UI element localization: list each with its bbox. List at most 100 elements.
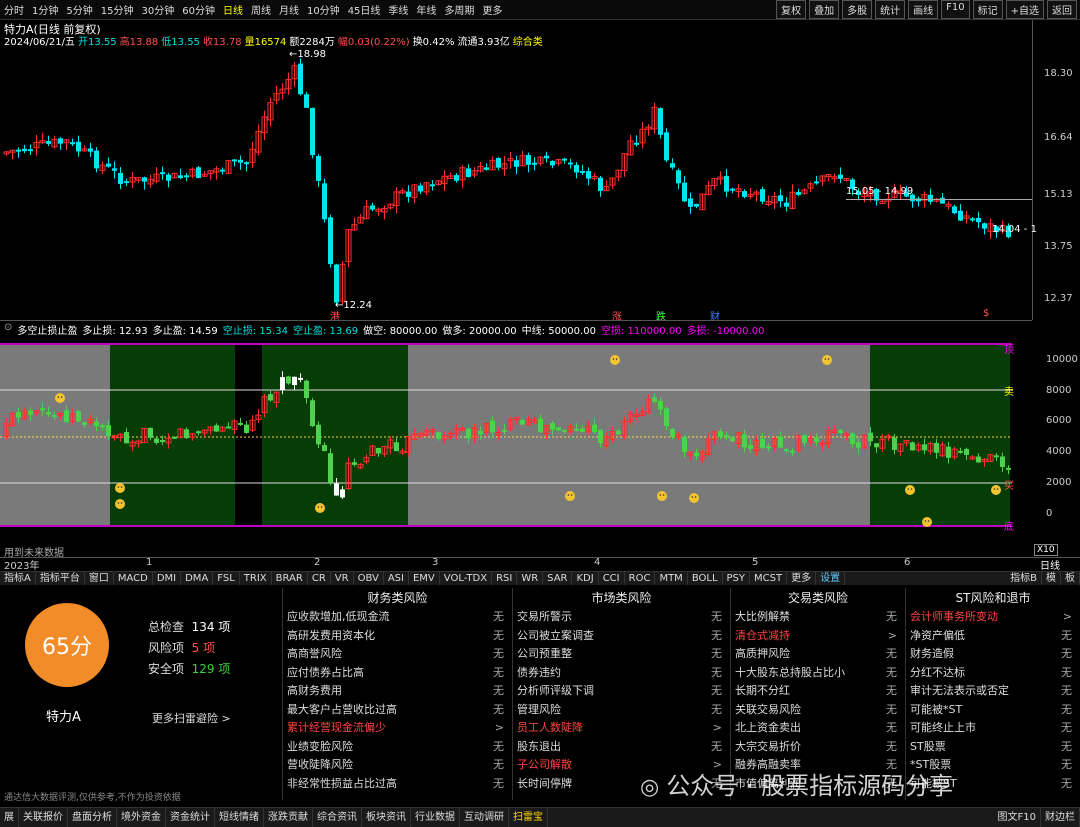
risk-item[interactable]: 北上资金卖出 无 (731, 719, 905, 738)
period-10[interactable]: 45日线 (344, 2, 385, 17)
risk-item[interactable]: 最大客户占营收比过高 无 (283, 701, 512, 720)
indicator-tab-23[interactable]: PSY (723, 572, 751, 585)
toolbar-button-6[interactable]: 标记 (972, 0, 1003, 19)
indicator-tab-14[interactable]: VOL-TDX (440, 572, 493, 585)
indicator-tab-15[interactable]: RSI (492, 572, 518, 585)
indicator-tab-8[interactable]: BRAR (272, 572, 308, 585)
candlestick-chart[interactable] (0, 42, 1032, 322)
toolbar-button-1[interactable]: 叠加 (809, 0, 840, 19)
risk-item[interactable]: 公司被立案调查 无 (513, 627, 730, 646)
period-12[interactable]: 年线 (412, 2, 440, 17)
indicator-tab-11[interactable]: OBV (354, 572, 384, 585)
toolbar-button-0[interactable]: 复权 (776, 0, 807, 19)
period-8[interactable]: 月线 (275, 2, 303, 17)
indicator-tab-16[interactable]: WR (517, 572, 544, 585)
risk-item[interactable]: 大比例解禁 无 (731, 608, 905, 627)
risk-item[interactable]: 员工人数陡降 > (513, 719, 730, 738)
event-mark-dividend[interactable]: $ (983, 308, 989, 319)
risk-item[interactable]: 管理风险 无 (513, 701, 730, 720)
risk-item[interactable]: 长期不分红 无 (731, 682, 905, 701)
risk-item[interactable]: 累计经营现金流偏少 > (283, 719, 512, 738)
bottom-tab-4[interactable]: 资金统计 (166, 808, 215, 827)
period-11[interactable]: 季线 (384, 2, 412, 17)
indicator-tab-0[interactable]: 指标A (0, 572, 36, 585)
period-4[interactable]: 30分钟 (137, 2, 178, 17)
indicator-tab-3[interactable]: MACD (114, 572, 153, 585)
risk-item[interactable]: 会计师事务所变动 > (906, 608, 1080, 627)
risk-item[interactable]: ST股票 无 (906, 738, 1080, 757)
bottom-tab-9[interactable]: 行业数据 (411, 808, 460, 827)
toolbar-button-7[interactable]: +自选 (1005, 0, 1044, 19)
scale-badge[interactable]: X10 (1034, 544, 1058, 556)
bottom-right-tab-0[interactable]: 图文F10 (994, 808, 1041, 827)
risk-item[interactable]: 业绩变脸风险 无 (283, 738, 512, 757)
indicator-tab-6[interactable]: FSL (213, 572, 240, 585)
indicator-tab-19[interactable]: CCI (599, 572, 625, 585)
right-tab-2[interactable]: 板 (1061, 572, 1080, 585)
risk-item[interactable]: 审计无法表示或否定 无 (906, 682, 1080, 701)
risk-item[interactable]: 财务造假 无 (906, 645, 1080, 664)
risk-item[interactable]: 清仓式减持 > (731, 627, 905, 646)
risk-item[interactable]: 十大股东总持股占比小 无 (731, 664, 905, 683)
period-0[interactable]: 分时 (0, 2, 28, 17)
indicator-tab-4[interactable]: DMI (153, 572, 182, 585)
period-1[interactable]: 1分钟 (28, 2, 62, 17)
period-6[interactable]: 日线 (219, 2, 247, 17)
risk-item[interactable]: 可能被*ST 无 (906, 701, 1080, 720)
period-7[interactable]: 周线 (247, 2, 275, 17)
bottom-tab-11[interactable]: 扫雷宝 (509, 808, 548, 827)
toolbar-button-8[interactable]: 返回 (1047, 0, 1077, 19)
risk-item[interactable]: 分红不达标 无 (906, 664, 1080, 683)
indicator-tab-7[interactable]: TRIX (240, 572, 272, 585)
period-2[interactable]: 5分钟 (62, 2, 96, 17)
risk-item[interactable]: 交易所警示 无 (513, 608, 730, 627)
indicator-tab-17[interactable]: SAR (543, 572, 573, 585)
risk-item[interactable]: 股东退出 无 (513, 738, 730, 757)
bottom-right-tab-1[interactable]: 财边栏 (1041, 808, 1080, 827)
bottom-tab-7[interactable]: 综合资讯 (313, 808, 362, 827)
indicator-tab-24[interactable]: MCST (750, 572, 788, 585)
risk-item[interactable]: 可能终止上市 无 (906, 719, 1080, 738)
risk-item[interactable]: 营收陡降风险 无 (283, 756, 512, 775)
indicator-tab-18[interactable]: KDJ (572, 572, 599, 585)
bottom-tab-1[interactable]: 关联报价 (19, 808, 68, 827)
indicator-tab-9[interactable]: CR (308, 572, 331, 585)
indicator-tab-22[interactable]: BOLL (688, 572, 723, 585)
risk-item[interactable]: 大宗交易折价 无 (731, 738, 905, 757)
toolbar-button-5[interactable]: F10 (941, 0, 970, 19)
bottom-tab-2[interactable]: 盘面分析 (68, 808, 117, 827)
bottom-tab-0[interactable]: 展 (0, 808, 19, 827)
indicator-tab-20[interactable]: ROC (625, 572, 656, 585)
indicator-tab-26[interactable]: 设置 (816, 572, 846, 585)
risk-item[interactable]: 非经常性损益占比过高 无 (283, 775, 512, 794)
bottom-tab-5[interactable]: 短线情绪 (215, 808, 264, 827)
toolbar-button-3[interactable]: 统计 (875, 0, 906, 19)
toolbar-button-4[interactable]: 画线 (908, 0, 939, 19)
indicator-tab-1[interactable]: 指标平台 (36, 572, 85, 585)
indicator-tab-25[interactable]: 更多 (787, 572, 817, 585)
period-3[interactable]: 15分钟 (97, 2, 138, 17)
period-13[interactable]: 多周期 (440, 2, 478, 17)
bottom-tab-6[interactable]: 涨跌贡献 (264, 808, 313, 827)
bottom-tab-3[interactable]: 境外资金 (117, 808, 166, 827)
indicator-tab-21[interactable]: MTM (655, 572, 688, 585)
indicator-tab-5[interactable]: DMA (181, 572, 214, 585)
indicator-settings-icon[interactable]: ⊙ (4, 322, 12, 337)
more-scan-link[interactable]: 更多扫雷避险 > (152, 710, 231, 726)
risk-item[interactable]: 高质押风险 无 (731, 645, 905, 664)
risk-item[interactable]: 应付债券占比高 无 (283, 664, 512, 683)
indicator-chart[interactable] (0, 336, 1032, 558)
right-tab-1[interactable]: 模 (1042, 572, 1061, 585)
risk-item[interactable]: 应收款增加,低现金流 无 (283, 608, 512, 627)
risk-item[interactable]: 关联交易风险 无 (731, 701, 905, 720)
toolbar-button-2[interactable]: 多股 (842, 0, 873, 19)
period-5[interactable]: 60分钟 (178, 2, 219, 17)
bottom-tab-8[interactable]: 板块资讯 (362, 808, 411, 827)
indicator-tab-13[interactable]: EMV (409, 572, 440, 585)
risk-item[interactable]: 债券违约 无 (513, 664, 730, 683)
risk-item[interactable]: 分析师评级下调 无 (513, 682, 730, 701)
risk-item[interactable]: 高研发费用资本化 无 (283, 627, 512, 646)
period-14[interactable]: 更多 (478, 2, 506, 17)
indicator-tab-10[interactable]: VR (331, 572, 354, 585)
risk-item[interactable]: 公司预重整 无 (513, 645, 730, 664)
